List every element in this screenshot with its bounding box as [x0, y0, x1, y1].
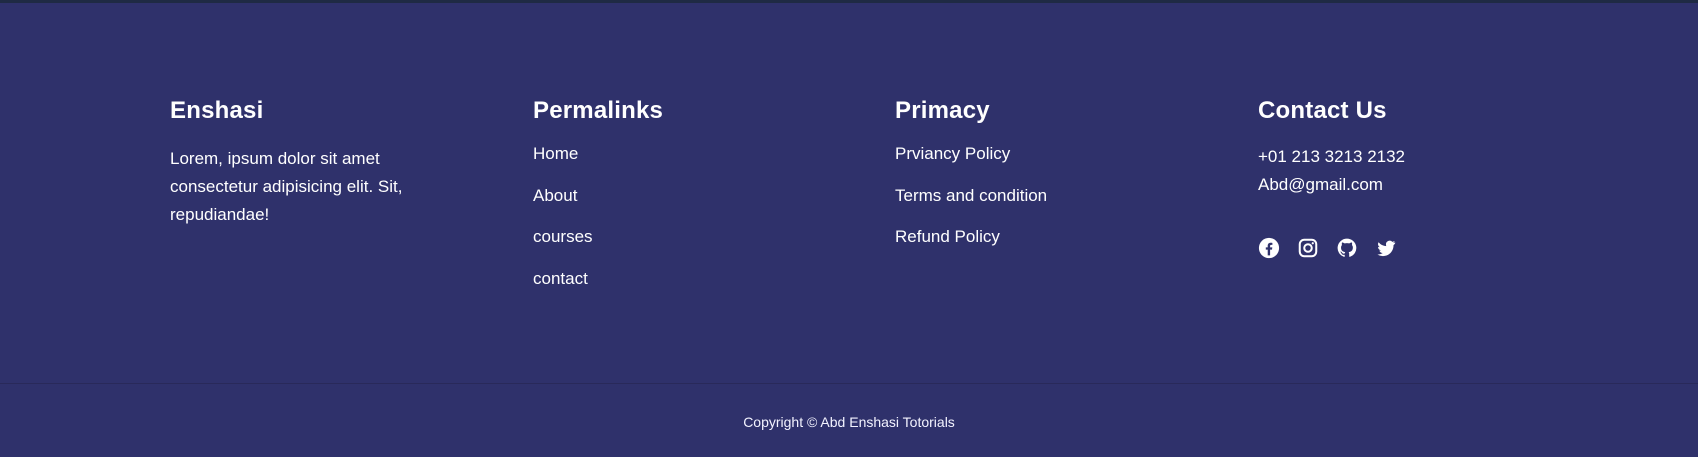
brand-column: Enshasi Lorem, ipsum dolor sit amet cons…	[170, 95, 470, 229]
home-link[interactable]: Home	[533, 144, 578, 163]
privacy-column: Primacy Prviancy Policy Terms and condit…	[895, 95, 1195, 268]
github-icon[interactable]	[1336, 237, 1358, 259]
site-footer: Enshasi Lorem, ipsum dolor sit amet cons…	[0, 3, 1698, 383]
terms-link[interactable]: Terms and condition	[895, 186, 1047, 205]
brand-title: Enshasi	[170, 97, 264, 124]
contact-column: Contact Us +01 213 3213 2132 Abd@gmail.c…	[1258, 95, 1558, 259]
privacy-list: Prviancy Policy Terms and condition Refu…	[895, 143, 1195, 268]
copyright-text: Copyright © Abd Enshasi Totorials	[743, 414, 955, 430]
permalink-item-contact: contact	[533, 268, 833, 310]
permalink-item-courses: courses	[533, 226, 833, 268]
permalink-item-home: Home	[533, 143, 833, 185]
contact-phone: +01 213 3213 2132	[1258, 147, 1406, 166]
brand-description: Lorem, ipsum dolor sit amet consectetur …	[170, 149, 403, 224]
courses-link[interactable]: courses	[533, 227, 593, 246]
privacy-item-policy: Prviancy Policy	[895, 143, 1195, 185]
about-link[interactable]: About	[533, 186, 577, 205]
twitter-icon[interactable]	[1375, 237, 1397, 259]
permalinks-title: Permalinks	[533, 97, 664, 124]
privacy-policy-link[interactable]: Prviancy Policy	[895, 144, 1010, 163]
contact-email: Abd@gmail.com	[1258, 175, 1383, 194]
permalink-item-about: About	[533, 185, 833, 227]
privacy-item-refund: Refund Policy	[895, 226, 1195, 268]
contact-details: +01 213 3213 2132 Abd@gmail.com	[1258, 143, 1558, 199]
contact-link[interactable]: contact	[533, 269, 588, 288]
facebook-icon[interactable]	[1258, 237, 1280, 259]
instagram-icon[interactable]	[1297, 237, 1319, 259]
privacy-item-terms: Terms and condition	[895, 185, 1195, 227]
permalinks-column: Permalinks Home About courses contact	[533, 95, 833, 309]
permalinks-list: Home About courses contact	[533, 143, 833, 309]
footer-divider	[0, 383, 1698, 384]
refund-policy-link[interactable]: Refund Policy	[895, 227, 1000, 246]
social-links	[1258, 237, 1558, 259]
privacy-title: Primacy	[895, 97, 990, 124]
contact-title: Contact Us	[1258, 97, 1387, 124]
